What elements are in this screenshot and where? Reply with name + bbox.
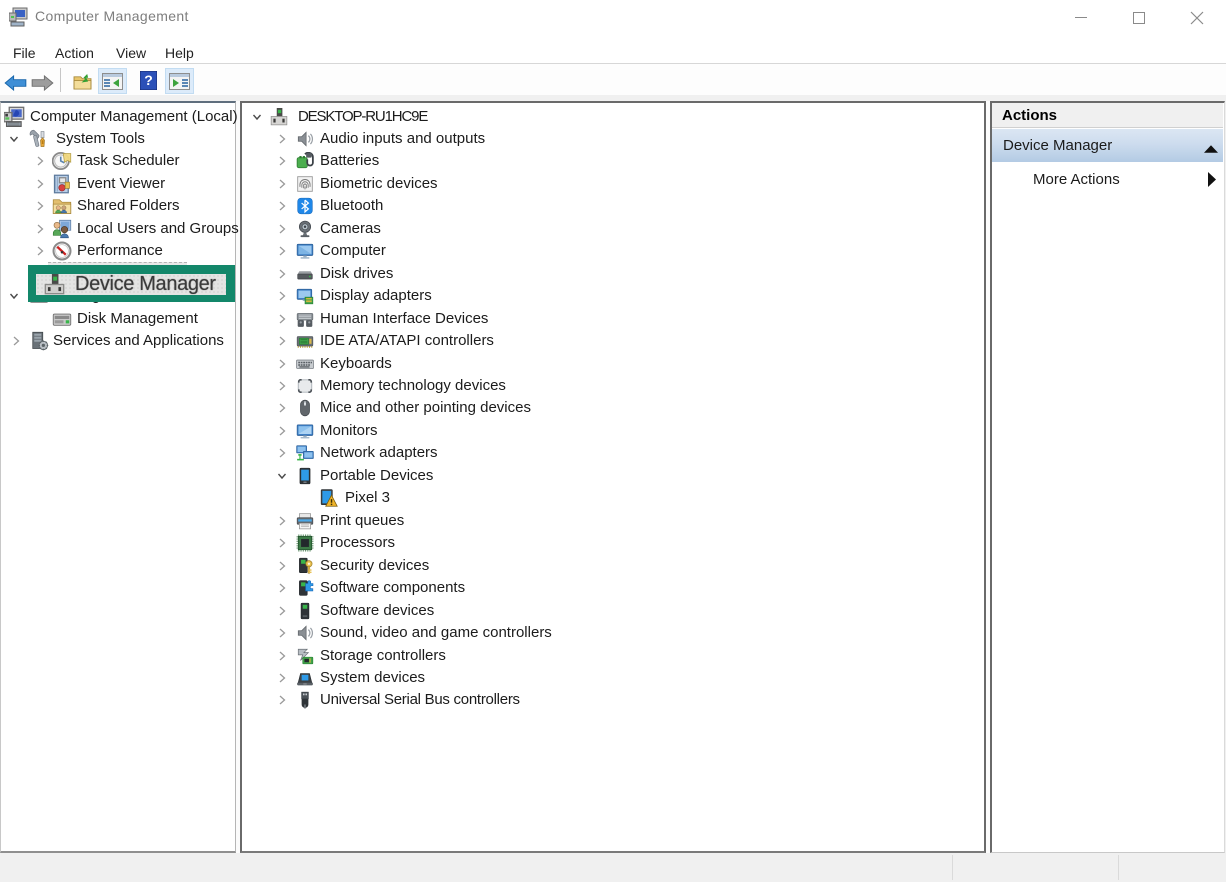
svg-text:?: ? (144, 72, 153, 88)
